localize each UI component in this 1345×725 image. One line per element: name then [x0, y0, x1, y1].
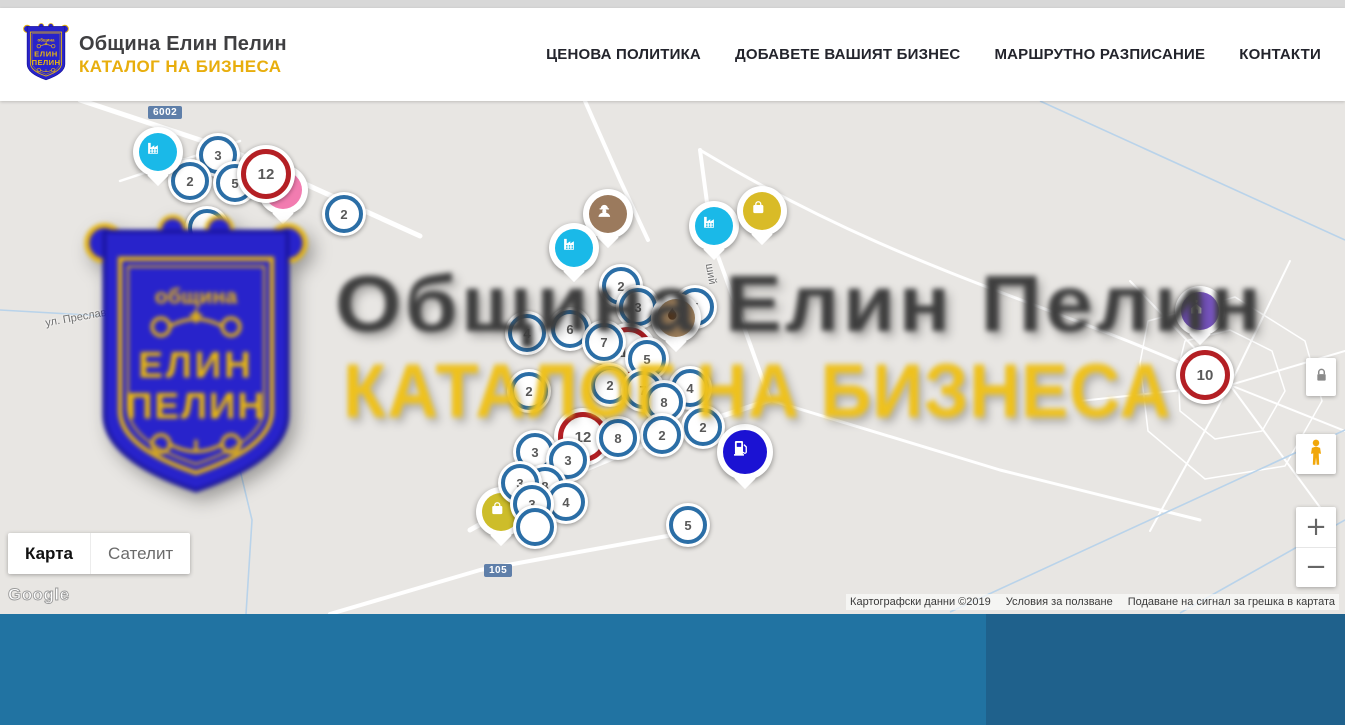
zoom-in-button[interactable]: +: [1296, 507, 1336, 548]
attribution-copyright: Картографски данни ©2019: [850, 596, 991, 608]
cluster-count: 12: [237, 145, 295, 203]
attribution-link[interactable]: Условия за ползване: [1006, 596, 1113, 608]
nav-link[interactable]: МАРШРУТНО РАЗПИСАНИЕ: [994, 46, 1205, 63]
factory-marker[interactable]: [549, 223, 599, 273]
site-header: община ЕЛИН ПЕЛИН Община Елин Пелин КАТА…: [0, 8, 1345, 101]
factory-marker[interactable]: [689, 201, 739, 251]
cluster-count: [513, 505, 557, 549]
cluster-count: 10: [1176, 346, 1234, 404]
church-marker[interactable]: [1175, 286, 1225, 336]
site-title: Община Елин Пелин: [79, 33, 287, 56]
cluster-marker[interactable]: 5: [666, 503, 710, 547]
cluster-marker[interactable]: 2: [640, 413, 684, 457]
search-bar: Категория ▾ Местоположение ▾ ⚙ ТЪРСЕНЕ: [0, 614, 1345, 725]
cluster-marker[interactable]: 12: [237, 145, 295, 203]
map-type-satellite-button[interactable]: Сателит: [90, 533, 190, 574]
svg-text:ЕЛИН: ЕЛИН: [34, 49, 58, 58]
nav-link[interactable]: ЦЕНОВА ПОЛИТИКА: [546, 46, 701, 63]
cluster-count: 2: [640, 413, 684, 457]
svg-text:ПЕЛИН: ПЕЛИН: [32, 57, 61, 66]
shopping-bag-marker[interactable]: [737, 186, 787, 236]
cluster-count: 2: [322, 192, 366, 236]
main-nav: ЦЕНОВА ПОЛИТИКА ДОБАВЕТЕ ВАШИЯТ БИЗНЕС МАР…: [546, 46, 1321, 63]
street-view-pegman-button[interactable]: [1296, 434, 1336, 474]
lock-button[interactable]: [1306, 358, 1336, 396]
fuel-marker[interactable]: [717, 424, 773, 480]
cluster-marker[interactable]: 2: [322, 192, 366, 236]
site-subtitle: КАТАЛОГ НА БИЗНЕСА: [79, 57, 287, 77]
svg-text:община: община: [38, 37, 55, 42]
factory-marker[interactable]: [133, 127, 183, 177]
google-logo[interactable]: Google: [8, 585, 70, 605]
pegman-icon: [1306, 438, 1326, 471]
site-logo[interactable]: община ЕЛИН ПЕЛИН Община Елин Пелин КАТА…: [22, 22, 287, 88]
zoom-out-button[interactable]: −: [1296, 548, 1336, 588]
map-attribution: Картографски данни ©2019 Условия за ползв…: [846, 594, 1339, 610]
page: 6002105ул. Преславбул. „Новоселший 32512…: [0, 0, 1345, 725]
search-bar-right-panel: [986, 614, 1345, 725]
cluster-marker[interactable]: 2: [507, 369, 551, 413]
lock-icon: [1315, 367, 1328, 388]
flame-icon: [663, 305, 690, 332]
cluster-count: 8: [596, 416, 640, 460]
cluster-count: 7: [582, 320, 626, 364]
cluster-count: 5: [666, 503, 710, 547]
map-type-map-button[interactable]: Карта: [8, 533, 90, 574]
attribution-link[interactable]: Подаване на сигнал за грешка в картата: [1128, 596, 1335, 608]
fuel-icon: [730, 437, 761, 468]
cluster-count: 4: [505, 311, 549, 355]
zoom-control: + −: [1296, 507, 1336, 587]
factory-icon: [561, 235, 588, 262]
factory-icon: [145, 139, 172, 166]
cluster-count: [185, 206, 229, 250]
shopping-bag-icon: [749, 198, 776, 225]
church-icon: [1187, 298, 1214, 325]
cluster-marker[interactable]: 7: [582, 320, 626, 364]
cluster-marker[interactable]: [513, 505, 557, 549]
cluster-count: 2: [507, 369, 551, 413]
map-type-switcher: Карта Сателит: [8, 533, 190, 574]
nav-link[interactable]: КОНТАКТИ: [1239, 46, 1321, 63]
cluster-marker[interactable]: [185, 206, 229, 250]
municipal-shield-logo: община ЕЛИН ПЕЛИН: [22, 22, 70, 88]
cluster-marker[interactable]: 8: [596, 416, 640, 460]
flame-marker[interactable]: [651, 293, 701, 343]
factory-icon: [701, 213, 728, 240]
nav-link[interactable]: ДОБАВЕТЕ ВАШИЯТ БИЗНЕС: [735, 46, 960, 63]
cluster-marker[interactable]: 10: [1176, 346, 1234, 404]
cluster-marker[interactable]: 4: [505, 311, 549, 355]
